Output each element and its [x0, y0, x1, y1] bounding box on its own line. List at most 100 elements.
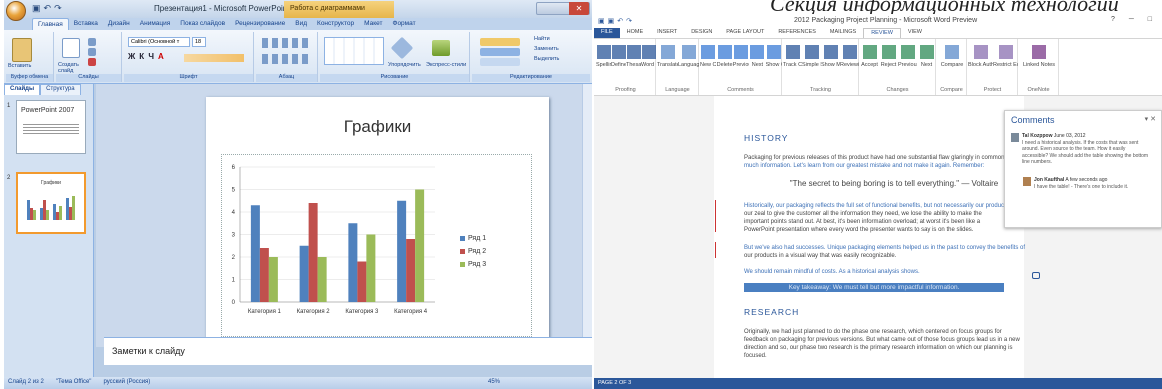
close-icon[interactable]: ▾ ✕ — [1145, 115, 1156, 123]
comment-item[interactable]: Tal Kozppow June 03, 2012 I need a histo… — [1011, 133, 1151, 166]
new-slide-icon[interactable] — [62, 38, 80, 58]
ribbon-button[interactable]: New Comment — [700, 62, 716, 68]
slide-thumbnail-2[interactable]: Графики — [16, 172, 86, 234]
ribbon-button-icon[interactable] — [900, 45, 915, 59]
ribbon-button-icon[interactable] — [596, 45, 611, 59]
vertical-scrollbar[interactable] — [582, 84, 592, 347]
wd-tab[interactable]: HOME — [620, 28, 651, 38]
wd-tab[interactable]: FILE — [594, 28, 620, 38]
undo-icon[interactable]: ↶ — [44, 3, 55, 13]
ribbon-button-icon[interactable] — [842, 45, 857, 59]
pp-tab[interactable]: Рецензирование — [230, 18, 290, 30]
quick-styles-icon[interactable] — [432, 40, 450, 56]
ribbon-button[interactable]: Restrict Editing — [993, 62, 1018, 68]
list-icons[interactable] — [262, 38, 312, 48]
pp-tab[interactable]: Вставка — [69, 18, 103, 30]
ribbon-button[interactable]: Block Authors — [968, 62, 993, 68]
ribbon-button[interactable]: Show Markup — [821, 62, 840, 68]
font-format-buttons[interactable]: ЖКЧA — [128, 52, 168, 61]
paste-button[interactable]: Вставить — [8, 63, 31, 69]
ribbon-button-icon[interactable] — [919, 45, 934, 59]
ribbon-button[interactable]: Simple Markup — [802, 62, 821, 68]
ribbon-button-icon[interactable] — [785, 45, 800, 59]
comment-icon[interactable] — [1032, 272, 1040, 279]
ribbon-button[interactable]: Previous — [898, 62, 917, 68]
current-slide[interactable]: Графики 0 1 2 3 4 5 6 Категория 1 Категория 2 Кат… — [206, 97, 549, 354]
comment-reply[interactable]: Jon Kaufthal A few seconds ago I have th… — [1023, 177, 1151, 190]
reset-icon[interactable] — [88, 48, 96, 56]
save-icon[interactable]: ▣ — [32, 3, 44, 13]
ribbon-button[interactable]: Delete — [716, 62, 733, 68]
ribbon-button-icon[interactable] — [717, 45, 732, 59]
ribbon-button[interactable]: Translate — [657, 62, 678, 68]
ribbon-button[interactable]: Language — [678, 62, 699, 68]
ribbon-button-icon[interactable] — [823, 45, 838, 59]
close-icon[interactable]: ✕ — [569, 2, 589, 15]
pp-tab[interactable]: Анимация — [135, 18, 176, 30]
pp-tab[interactable]: Дизайн — [103, 18, 135, 30]
ribbon-button[interactable]: Accept — [860, 62, 879, 68]
wd-window-controls[interactable]: ? ─ □ — [1111, 16, 1158, 23]
font-name-select[interactable]: Calibri (Основной т — [128, 37, 190, 47]
wd-quick-access-toolbar[interactable]: ▣▣↶↷ — [598, 17, 635, 25]
ribbon-button-icon[interactable] — [998, 45, 1013, 59]
ribbon-button-icon[interactable] — [660, 45, 675, 59]
status-language[interactable]: русский (Россия) — [103, 379, 150, 387]
select-button[interactable]: Выделить — [534, 56, 559, 62]
ribbon-button[interactable]: Compare — [937, 62, 967, 68]
font-color-strip[interactable] — [184, 54, 244, 62]
ribbon-button[interactable]: Show Comments — [766, 62, 782, 68]
wd-tab[interactable]: VIEW — [901, 28, 929, 38]
ribbon-button[interactable]: Word Count — [641, 62, 656, 68]
window-controls[interactable]: ✕ — [536, 2, 590, 15]
ribbon-button[interactable]: Track Changes — [783, 62, 802, 68]
ribbon-button[interactable]: Linked Notes — [1019, 62, 1059, 68]
quick-access-toolbar[interactable]: ▣↶↷ — [32, 3, 65, 14]
ribbon-button-icon[interactable] — [881, 45, 896, 59]
arrange-button[interactable]: Упорядочить — [388, 62, 421, 68]
font-size-select[interactable]: 18 — [192, 37, 206, 47]
ribbon-button[interactable]: Define — [611, 62, 626, 68]
wd-tab[interactable]: PAGE LAYOUT — [719, 28, 771, 38]
pp-tab[interactable]: Макет — [359, 18, 387, 30]
ribbon-button-icon[interactable] — [750, 45, 765, 59]
wd-tab[interactable]: DESIGN — [684, 28, 719, 38]
ribbon-button-icon[interactable] — [626, 45, 641, 59]
ribbon-button-icon[interactable] — [701, 45, 716, 59]
chart-frame[interactable]: 0 1 2 3 4 5 6 Категория 1 Категория 2 Категория 3… — [221, 154, 532, 337]
pp-tab[interactable]: Конструктор — [312, 18, 359, 30]
pp-tab[interactable]: Вид — [290, 18, 312, 30]
page-indicator[interactable]: PAGE 2 OF 3 — [598, 380, 631, 386]
ribbon-button-icon[interactable] — [641, 45, 656, 59]
ribbon-button-icon[interactable] — [945, 45, 959, 59]
align-icons[interactable] — [262, 54, 312, 64]
notes-pane[interactable]: Заметки к слайду — [104, 337, 592, 365]
shape-fill-icon[interactable] — [480, 38, 520, 46]
quick-styles-button[interactable]: Экспресс-стили — [426, 62, 466, 68]
ribbon-button-icon[interactable] — [804, 45, 819, 59]
ribbon-button[interactable]: Reviewing Pane — [840, 62, 859, 68]
redo-icon[interactable]: ↷ — [54, 3, 65, 13]
ribbon-button[interactable]: Next — [749, 62, 765, 68]
ribbon-button[interactable]: Previous — [733, 62, 749, 68]
ribbon-button-icon[interactable] — [862, 45, 877, 59]
wd-tab[interactable]: MAILINGS — [823, 28, 863, 38]
ribbon-button-icon[interactable] — [1032, 45, 1046, 59]
pp-tab[interactable]: Показ слайдов — [175, 18, 230, 30]
ribbon-button-icon[interactable] — [973, 45, 988, 59]
ribbon-button-icon[interactable] — [734, 45, 748, 59]
ribbon-button[interactable]: Next — [917, 62, 936, 68]
ribbon-button[interactable]: Thesaurus — [626, 62, 641, 68]
layout-icon[interactable] — [88, 38, 96, 46]
ribbon-button-icon[interactable] — [681, 45, 696, 59]
shape-effects-icon[interactable] — [480, 58, 520, 66]
find-button[interactable]: Найти — [534, 36, 550, 42]
paste-icon[interactable] — [12, 38, 32, 62]
replace-button[interactable]: Заменить — [534, 46, 559, 52]
tab-slides[interactable]: Слайды — [4, 84, 41, 95]
wd-tab[interactable]: INSERT — [650, 28, 684, 38]
ribbon-button-icon[interactable] — [766, 45, 781, 59]
slide-title[interactable]: Графики — [206, 117, 549, 137]
zoom-slider[interactable]: 45% — [488, 379, 588, 387]
ribbon-button-icon[interactable] — [611, 45, 626, 59]
